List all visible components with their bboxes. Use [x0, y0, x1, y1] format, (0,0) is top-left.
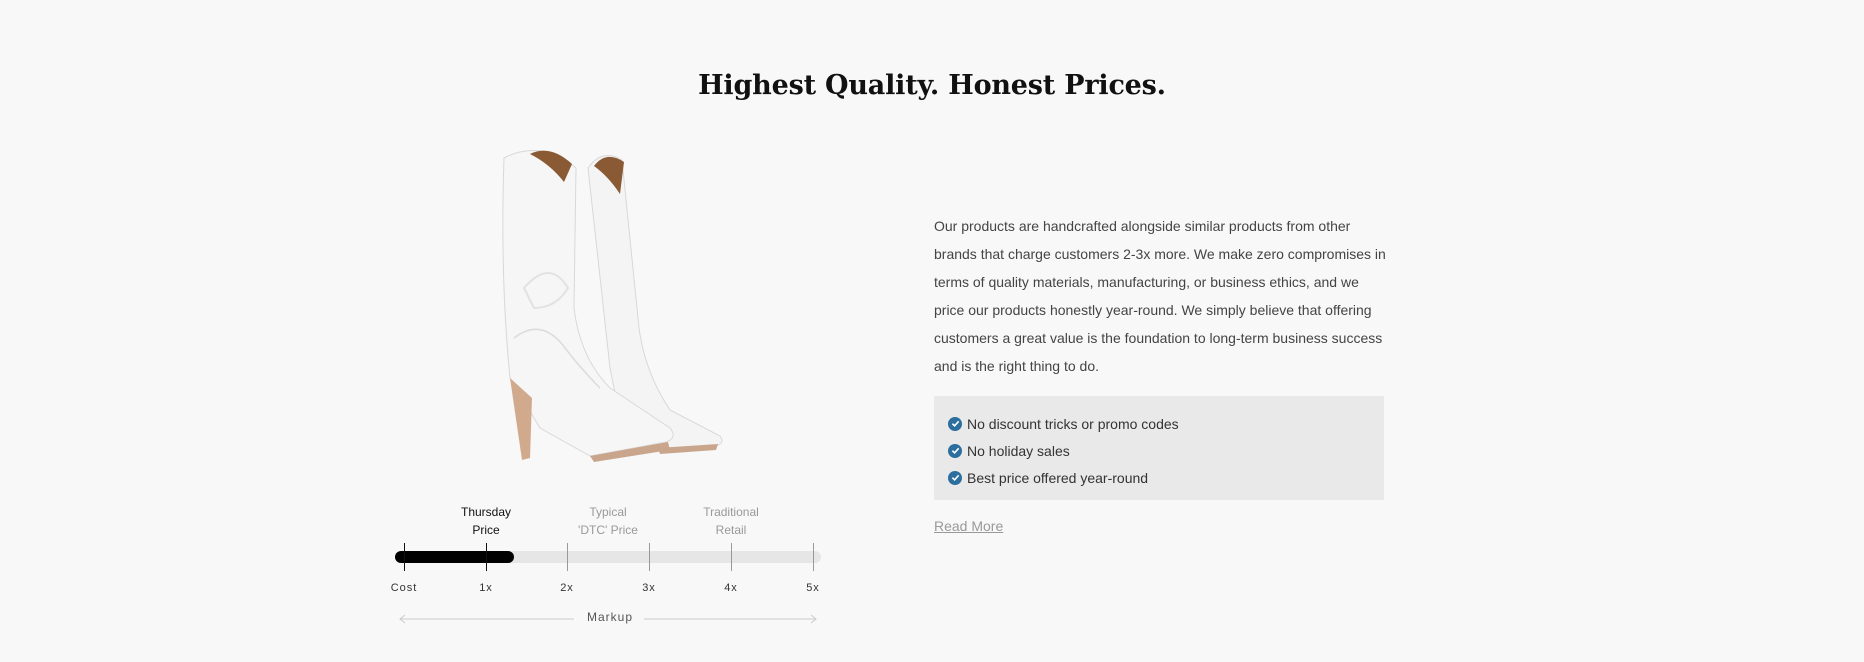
label-thursday-price: Thursday Price [460, 505, 512, 537]
arrow-right-icon [644, 614, 817, 624]
tick-4x [731, 543, 732, 571]
tick-label-3x: 3x [642, 582, 656, 594]
tick-label-5x: 5x [806, 582, 820, 594]
tick-label-1x: 1x [479, 582, 493, 594]
page-title: Highest Quality. Honest Prices. [698, 70, 1166, 102]
tick-1x [486, 543, 487, 571]
tick-label-4x: 4x [724, 582, 738, 594]
tick-label-2x: 2x [560, 582, 574, 594]
check-circle-icon [948, 416, 962, 431]
benefit-item: Best price offered year-round [948, 464, 1370, 491]
benefits-box: No discount tricks or promo codes No hol… [934, 396, 1384, 500]
benefit-label: No holiday sales [967, 442, 1070, 459]
tick-label-cost: Cost [390, 582, 418, 594]
label-typical-dtc-price: Typical 'DTC' Price [578, 505, 638, 537]
read-more-link[interactable]: Read More [934, 518, 1003, 534]
tick-3x [649, 543, 650, 571]
arrow-left-icon [399, 614, 574, 624]
label-traditional-retail: Traditional Retail [703, 505, 759, 537]
markup-fill-bar [395, 551, 514, 563]
benefit-label: No discount tricks or promo codes [967, 415, 1179, 432]
tick-2x [567, 543, 568, 571]
benefit-item: No discount tricks or promo codes [948, 410, 1370, 437]
check-circle-icon [948, 470, 962, 485]
check-circle-icon [948, 443, 962, 458]
tick-5x [813, 543, 814, 571]
tick-cost [404, 543, 405, 571]
description-text: Our products are handcrafted alongside s… [934, 218, 1386, 374]
product-image [502, 150, 723, 462]
boot-front-shape [502, 150, 674, 462]
benefit-item: No holiday sales [948, 437, 1370, 464]
benefit-label: Best price offered year-round [967, 469, 1149, 486]
markup-axis-label: Markup [586, 610, 633, 624]
